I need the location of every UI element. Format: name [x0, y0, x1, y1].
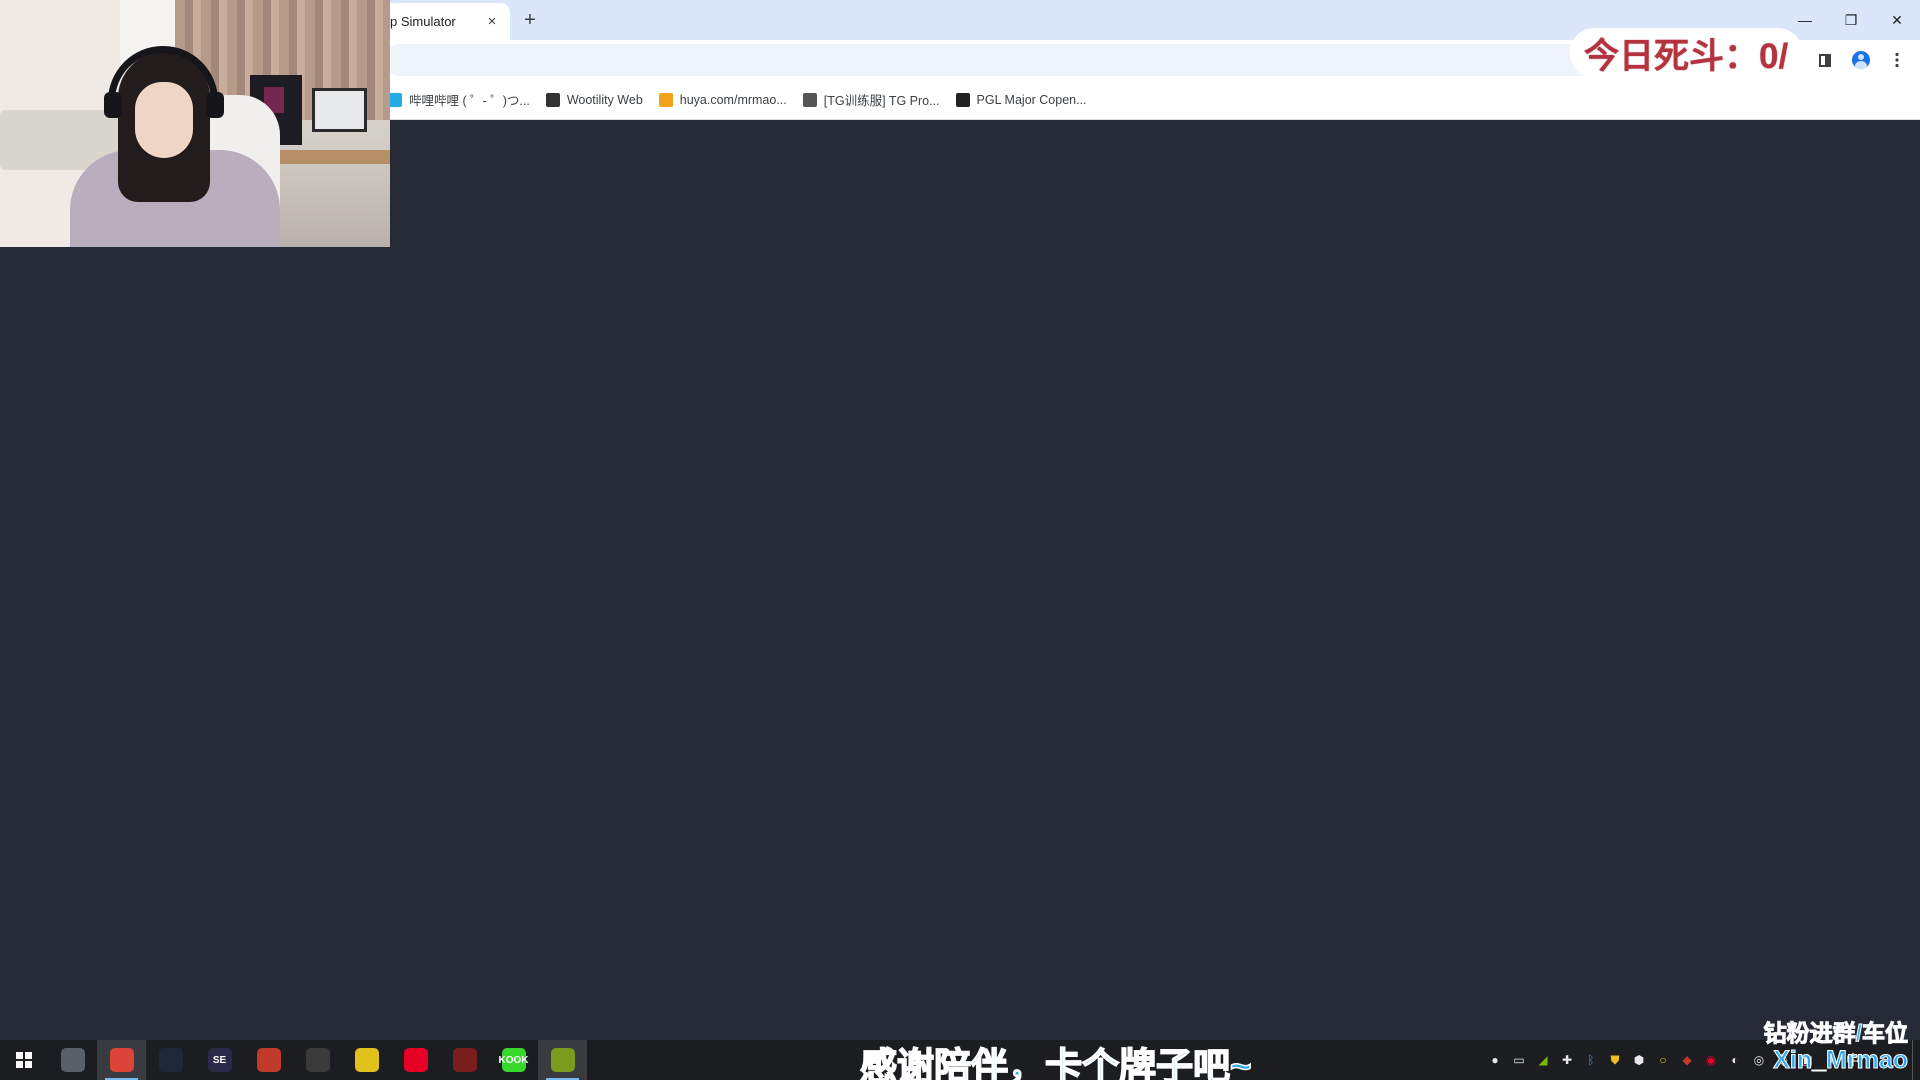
se-app-icon: SE — [207, 1048, 232, 1072]
bookmark-label: 哔哩哔哩 ( ゜- ゜)つ... — [409, 94, 530, 108]
bookmark-item[interactable]: 哔哩哔哩 ( ゜- ゜)つ... — [388, 90, 530, 109]
bookmark-label: Wootility Web — [566, 92, 643, 107]
taskbar-apps: SE KOOK — [48, 1040, 587, 1080]
circle-app-icon — [354, 1048, 379, 1072]
windows-logo-icon — [16, 1052, 32, 1068]
tray-nvidia-icon[interactable]: ◢ — [1534, 1051, 1552, 1069]
bookmark-label: [TG训练服] TG Pro... — [823, 94, 940, 108]
file-manager-icon — [60, 1048, 85, 1072]
tab-active[interactable]: p Simulator × — [384, 3, 510, 40]
bookmark-item[interactable]: Wootility Web — [545, 92, 643, 107]
taskbar-app[interactable] — [342, 1040, 391, 1080]
tg-icon — [802, 92, 817, 107]
wolf-app-icon — [256, 1048, 281, 1072]
close-button[interactable]: ✕ — [1874, 0, 1920, 40]
taskbar-app[interactable] — [293, 1040, 342, 1080]
corner-overlay-line1: 钻粉进群/车位 — [1763, 1020, 1908, 1047]
pgl-icon — [955, 92, 970, 107]
tray-wolf-icon[interactable]: ◆ — [1678, 1051, 1696, 1069]
profile-avatar-icon[interactable] — [1846, 45, 1876, 75]
page-content — [0, 121, 1920, 1040]
chrome-icon — [109, 1048, 134, 1072]
corner-overlay-line2: Xin_Mrmao — [1773, 1046, 1909, 1074]
tray-shield-icon[interactable]: ⛊ — [1606, 1051, 1624, 1069]
tab-title: p Simulator — [390, 14, 456, 29]
new-tab-icon[interactable]: + — [518, 8, 542, 32]
bookmark-label: huya.com/mrmao... — [679, 92, 787, 107]
tray-hex-icon[interactable]: ⬢ — [1630, 1051, 1648, 1069]
bilibili-icon — [388, 92, 402, 107]
tray-netease-icon[interactable]: ◉ — [1702, 1051, 1720, 1069]
game-app-icon — [452, 1048, 477, 1072]
restore-button[interactable]: ❐ — [1828, 0, 1874, 40]
screen: p Simulator × + — ❐ ✕ 哔哩哔哩 ( ゜- ゜)つ... Wo — [0, 0, 1920, 1080]
bookmark-label: PGL Major Copen... — [976, 92, 1087, 107]
show-desktop-button[interactable] — [1912, 1040, 1920, 1080]
tray-steam-icon[interactable]: ◐ — [1726, 1051, 1744, 1069]
corner-overlay: 钻粉进群/车位 Xin_Mrmao — [1763, 1020, 1909, 1075]
tray-bluetooth-icon[interactable]: ᛒ — [1582, 1051, 1600, 1069]
bookmark-item[interactable]: PGL Major Copen... — [955, 92, 1087, 107]
taskbar-app[interactable] — [244, 1040, 293, 1080]
bookmark-item[interactable]: [TG训练服] TG Pro... — [802, 90, 940, 109]
taskbar-app[interactable] — [440, 1040, 489, 1080]
tray-app-icon[interactable]: ● — [1486, 1051, 1504, 1069]
taskbar-app[interactable] — [146, 1040, 195, 1080]
death-counter-overlay: 今日死斗：0/ — [1570, 28, 1803, 78]
start-button[interactable] — [0, 1040, 48, 1080]
huya-icon — [658, 92, 673, 107]
subtitle-overlay: 感谢陪伴，卡个牌子吧~ — [859, 1045, 1252, 1080]
taskbar-app[interactable] — [391, 1040, 440, 1080]
taskbar-app[interactable] — [97, 1040, 146, 1080]
taskbar-app[interactable] — [538, 1040, 587, 1080]
side-panel-icon[interactable] — [1810, 45, 1840, 75]
tray-circle-icon[interactable]: ○ — [1654, 1051, 1672, 1069]
webcam-overlay — [0, 0, 390, 247]
tray-monitor-icon[interactable]: ▭ — [1510, 1051, 1528, 1069]
taskbar-app[interactable] — [48, 1040, 97, 1080]
taskbar-app[interactable]: KOOK — [489, 1040, 538, 1080]
netease-music-icon — [403, 1048, 428, 1072]
kook-icon: KOOK — [499, 1048, 529, 1072]
steam-icon — [158, 1048, 183, 1072]
tray-security-icon[interactable]: ✚ — [1558, 1051, 1576, 1069]
notes-app-icon — [550, 1048, 575, 1072]
window-controls: — ❐ ✕ — [1782, 0, 1920, 40]
obs-icon — [305, 1048, 330, 1072]
bookmark-item[interactable]: huya.com/mrmao... — [658, 92, 787, 107]
wootility-icon — [545, 92, 560, 107]
address-bar[interactable] — [384, 44, 1734, 76]
tab-close-icon[interactable]: × — [482, 12, 502, 32]
taskbar-app[interactable]: SE — [195, 1040, 244, 1080]
menu-kebab-icon[interactable] — [1882, 45, 1912, 75]
